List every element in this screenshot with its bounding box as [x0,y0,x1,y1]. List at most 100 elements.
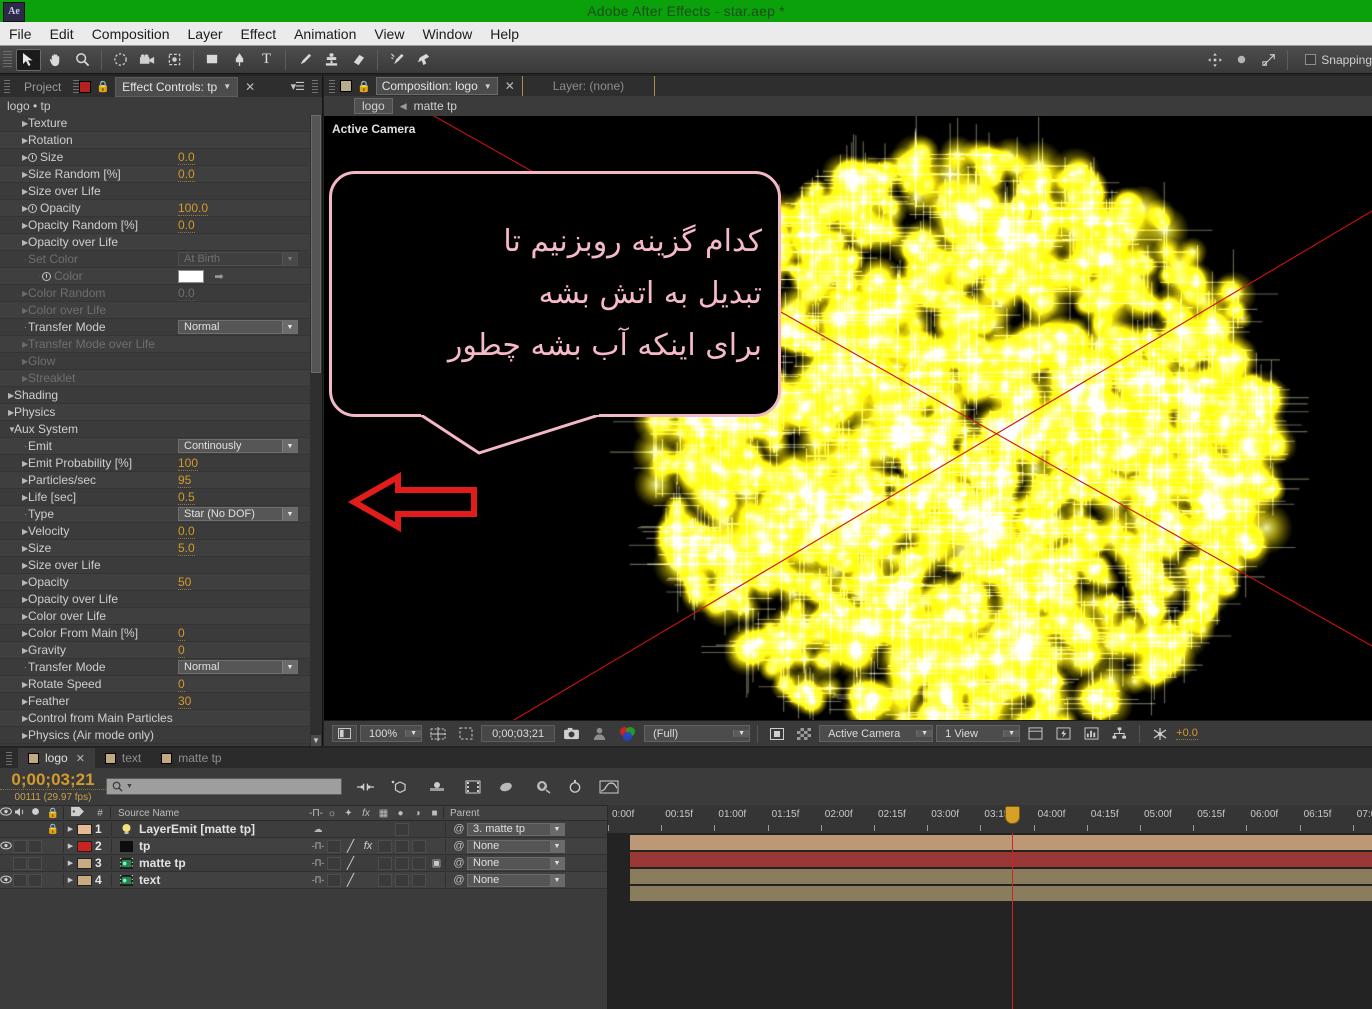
color-swatch[interactable] [178,269,204,283]
timeline-layer-bar[interactable] [630,869,1372,884]
effect-param-row[interactable]: ▶ Opacity Random [%] 0.0 [0,217,322,234]
parent-pickwhip-icon[interactable]: @ [451,823,467,835]
layer-label-color[interactable] [77,857,92,869]
effect-param-row[interactable]: ▶ Particles/sec 95 [0,472,322,489]
layer-shy-switch[interactable]: ☁ [310,824,326,835]
stopwatch-icon[interactable] [42,271,51,281]
twirl-closed-icon[interactable]: ▶ [22,221,28,230]
graph-editor-search-icon[interactable] [530,776,556,798]
index-column-header[interactable]: # [90,808,110,819]
views-select[interactable]: 1 View ▼ [936,725,1021,742]
rotate-gizmo-icon[interactable] [1229,49,1254,71]
effect-param-row[interactable]: · Set Color At Birth ▼ [0,251,322,268]
zoom-level-select[interactable]: 100% ▼ [360,725,423,742]
twirl-closed-icon[interactable]: ▶ [22,289,28,298]
timeline-current-time[interactable]: 0;00;03;21 [0,770,106,790]
effect-param-row[interactable]: · Transfer Mode Normal ▼ [0,319,322,336]
effect-param-row[interactable]: ▶ Size 0.0 [0,149,322,166]
effect-param-row[interactable]: ▶ Feather 30 [0,693,322,710]
effect-param-row[interactable]: ▶ Opacity 50 [0,574,322,591]
layer-label-color[interactable] [77,874,92,886]
layer-solo-toggle[interactable] [28,873,43,887]
layer-twirl-icon[interactable]: ▶ [64,825,77,833]
layer-adjustment-switch[interactable] [411,873,428,887]
effect-param-row[interactable]: ▶ Size 5.0 [0,540,322,557]
stopwatch-icon[interactable] [28,152,37,162]
layer-effects-switch[interactable]: fx [359,840,377,852]
layer-twirl-icon[interactable]: ▶ [64,876,77,884]
effect-param-row[interactable]: ▼ Aux System [0,421,322,438]
playhead-handle[interactable] [1005,806,1020,824]
graph-editor-icon[interactable] [596,776,622,798]
effect-param-row[interactable]: · Emit Continously ▼ [0,438,322,455]
twirl-closed-icon[interactable]: ▶ [22,493,28,502]
effect-param-row[interactable]: ▶ Physics [0,404,322,421]
auto-keyframe-icon[interactable] [562,776,588,798]
chevron-down-icon[interactable]: ▼ [223,82,231,91]
type-tool-icon[interactable]: T [254,49,279,71]
snapping-checkbox[interactable] [1305,54,1317,65]
resolution-select[interactable]: (Full) ▼ [644,725,751,742]
twirl-closed-icon[interactable]: ▶ [22,238,28,247]
current-time-indicator[interactable] [1005,806,1020,1009]
effect-param-row[interactable]: · Color ➡ [0,268,322,285]
twirl-closed-icon[interactable]: ▶ [22,714,28,723]
transparency-grid-icon[interactable] [792,725,816,742]
effect-param-row[interactable]: ▶ Emit Probability [%] 100 [0,455,322,472]
dropdown-chevron-down-icon[interactable]: ▼ [282,440,297,452]
twirl-closed-icon[interactable]: ▶ [22,340,28,349]
effect-param-value[interactable]: 5.0 [178,541,195,556]
effect-param-row[interactable]: ▶ Rotation [0,132,322,149]
stopwatch-icon[interactable] [28,203,37,213]
parent-column-header[interactable]: Parent [450,808,570,819]
twirl-closed-icon[interactable]: ▶ [22,578,28,587]
timeline-layer-bar[interactable] [630,835,1372,850]
timeline-tab[interactable]: logo ✕ [18,748,95,768]
menu-animation[interactable]: Animation [285,24,365,44]
effect-parameter-list[interactable]: ▶ Texture ▶ Rotation ▶ Size 0.0 ▶ Size Random [%… [0,115,322,746]
camera-chevron-down-icon[interactable]: ▼ [916,730,933,737]
source-name-column-header[interactable]: Source Name [118,808,308,819]
effect-param-row[interactable]: ▶ Color From Main [%] 0 [0,625,322,642]
layer-collapse-switch[interactable] [326,873,342,887]
layer-parent-select[interactable]: 3. matte tp ▼ [467,822,565,836]
twirl-closed-icon[interactable]: ▶ [22,731,28,740]
scale-gizmo-icon[interactable] [1256,49,1281,71]
frame-blending-icon[interactable] [460,776,486,798]
zoom-tool-icon[interactable] [70,49,95,71]
effect-param-value[interactable]: 100.0 [178,201,209,216]
toolbar-grip[interactable] [3,50,12,69]
shape-tool-icon[interactable] [200,49,225,71]
twirl-closed-icon[interactable]: ▶ [22,646,28,655]
toggle-alpha-icon[interactable] [332,725,357,742]
breadcrumb-comp[interactable]: logo [354,98,393,114]
effect-param-row[interactable]: ▶ Control from Main Particles [0,710,322,727]
effect-param-row[interactable]: ▶ Streaklet [0,370,322,387]
layer-motion-blur-switch[interactable] [394,856,411,870]
channel-select-icon[interactable] [614,725,641,742]
effect-param-row[interactable]: ▶ Opacity over Life [0,234,322,251]
effect-param-row[interactable]: ▶ Color over Life [0,302,322,319]
region-of-interest-icon[interactable] [454,725,478,742]
layer-parent-select[interactable]: None ▼ [467,856,565,870]
camera-select[interactable]: Active Camera ▼ [819,725,934,742]
twirl-closed-icon[interactable]: ▶ [22,697,28,706]
twirl-closed-icon[interactable]: ▶ [22,357,28,366]
menu-composition[interactable]: Composition [83,24,179,44]
effect-param-row[interactable]: ▶ Life [sec] 0.5 [0,489,322,506]
layer-3d-switch[interactable]: ▣ [428,858,445,869]
timeline-panel-grip[interactable] [6,751,12,765]
layer-collapse-switch[interactable] [326,856,342,870]
effect-param-dropdown[interactable]: Normal ▼ [178,660,298,674]
layer-label-color[interactable] [77,823,92,835]
effect-param-value[interactable]: 0.5 [178,490,195,505]
pan-behind-tool-icon[interactable] [162,49,187,71]
layer-audio-toggle[interactable] [12,856,28,870]
menu-file[interactable]: File [0,24,41,44]
twirl-closed-icon[interactable]: ▶ [22,680,28,689]
layer-audio-toggle[interactable] [12,839,28,853]
effect-param-row[interactable]: ▶ Velocity 0.0 [0,523,322,540]
scrollbar-thumb[interactable] [311,115,321,373]
comp-chevron-down-icon[interactable]: ▼ [484,82,492,91]
panel-menu-icon[interactable]: ▾☰ [291,80,312,93]
